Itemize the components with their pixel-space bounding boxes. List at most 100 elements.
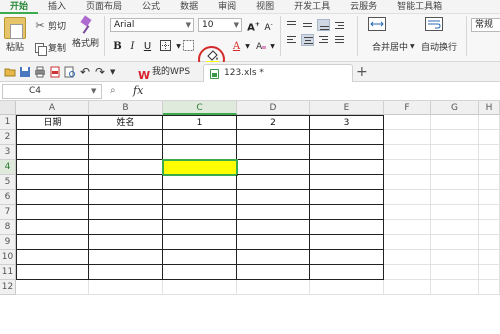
cell-g4[interactable]: [431, 160, 479, 175]
cell-d8[interactable]: [237, 220, 310, 235]
cell-f8[interactable]: [384, 220, 431, 235]
cell-a7[interactable]: [16, 205, 89, 220]
cell-g1[interactable]: [431, 115, 479, 130]
cell-b4[interactable]: [89, 160, 163, 175]
cell-c6[interactable]: [163, 190, 237, 205]
column-header-b[interactable]: B: [89, 101, 163, 115]
cell-b12[interactable]: [89, 280, 163, 295]
column-header-h[interactable]: H: [479, 101, 500, 115]
cell-h5[interactable]: [479, 175, 500, 190]
underline-button[interactable]: U: [141, 40, 154, 54]
row-header-3[interactable]: 3: [0, 145, 16, 160]
cell-c2[interactable]: [163, 130, 237, 145]
tab-insert[interactable]: 插入: [38, 0, 76, 14]
cell-d11[interactable]: [237, 265, 310, 280]
print-preview-icon[interactable]: [64, 66, 76, 78]
cell-c3[interactable]: [163, 145, 237, 160]
tab-page-layout[interactable]: 页面布局: [76, 0, 132, 14]
align-bottom-icon[interactable]: [317, 19, 330, 31]
cell-g5[interactable]: [431, 175, 479, 190]
merge-center-icon[interactable]: [368, 17, 386, 31]
tab-review[interactable]: 审阅: [208, 0, 246, 14]
cell-d10[interactable]: [237, 250, 310, 265]
row-header-6[interactable]: 6: [0, 190, 16, 205]
cut-button[interactable]: ✂ 剪切: [34, 19, 66, 32]
chevron-down-icon[interactable]: ▼: [241, 40, 254, 54]
cell-f6[interactable]: [384, 190, 431, 205]
cell-d2[interactable]: [237, 130, 310, 145]
cell-a6[interactable]: [16, 190, 89, 205]
tab-smart-toolbox[interactable]: 智能工具箱: [387, 0, 452, 14]
justify-icon[interactable]: [333, 34, 346, 46]
cell-f1[interactable]: [384, 115, 431, 130]
cell-h12[interactable]: [479, 280, 500, 295]
row-header-9[interactable]: 9: [0, 235, 16, 250]
cell-b9[interactable]: [89, 235, 163, 250]
cell-e7[interactable]: [310, 205, 384, 220]
cell-d5[interactable]: [237, 175, 310, 190]
cell-e8[interactable]: [310, 220, 384, 235]
cell-b6[interactable]: [89, 190, 163, 205]
column-header-d[interactable]: D: [237, 101, 310, 115]
cell-f2[interactable]: [384, 130, 431, 145]
cell-c9[interactable]: [163, 235, 237, 250]
cell-e9[interactable]: [310, 235, 384, 250]
tab-data[interactable]: 数据: [170, 0, 208, 14]
cell-g6[interactable]: [431, 190, 479, 205]
tab-developer[interactable]: 开发工具: [284, 0, 340, 14]
cell-d12[interactable]: [237, 280, 310, 295]
wrap-text-button[interactable]: 自动换行: [421, 40, 457, 53]
cell-c10[interactable]: [163, 250, 237, 265]
fx-icon[interactable]: fx: [133, 84, 143, 97]
cell-a3[interactable]: [16, 145, 89, 160]
merge-center-button[interactable]: 合并居中 ▼: [372, 40, 415, 53]
increase-font-icon[interactable]: A+: [247, 18, 260, 33]
cell-e5[interactable]: [310, 175, 384, 190]
cell-a9[interactable]: [16, 235, 89, 250]
cell-c7[interactable]: [163, 205, 237, 220]
cell-a11[interactable]: [16, 265, 89, 280]
cell-h6[interactable]: [479, 190, 500, 205]
cell-a12[interactable]: [16, 280, 89, 295]
bold-button[interactable]: B: [111, 40, 124, 54]
tab-view[interactable]: 视图: [246, 0, 284, 14]
undo-icon[interactable]: ↶: [80, 66, 92, 78]
row-header-4[interactable]: 4: [0, 160, 16, 175]
cell-e11[interactable]: [310, 265, 384, 280]
cell-e12[interactable]: [310, 280, 384, 295]
indent-icon[interactable]: [333, 19, 346, 31]
cell-d6[interactable]: [237, 190, 310, 205]
cell-b8[interactable]: [89, 220, 163, 235]
cell-h8[interactable]: [479, 220, 500, 235]
column-header-g[interactable]: G: [431, 101, 479, 115]
tab-formulas[interactable]: 公式: [132, 0, 170, 14]
cell-g9[interactable]: [431, 235, 479, 250]
row-header-8[interactable]: 8: [0, 220, 16, 235]
formula-input[interactable]: [150, 84, 498, 99]
wrap-text-icon[interactable]: [425, 17, 443, 31]
cell-b5[interactable]: [89, 175, 163, 190]
row-header-7[interactable]: 7: [0, 205, 16, 220]
column-header-a[interactable]: A: [16, 101, 89, 115]
row-header-1[interactable]: 1: [0, 115, 16, 130]
decrease-font-icon[interactable]: A-: [262, 18, 275, 33]
cell-d9[interactable]: [237, 235, 310, 250]
format-painter-button[interactable]: 格式刷: [72, 17, 99, 49]
cell-e10[interactable]: [310, 250, 384, 265]
cell-e2[interactable]: [310, 130, 384, 145]
cell-f7[interactable]: [384, 205, 431, 220]
cell-c1[interactable]: 1: [163, 115, 237, 130]
cell-style-icon[interactable]: [182, 40, 195, 54]
cell-d3[interactable]: [237, 145, 310, 160]
paste-button[interactable]: 粘贴: [4, 17, 26, 53]
print-icon[interactable]: [34, 66, 46, 78]
tab-123-xls[interactable]: 123.xls *: [203, 64, 353, 82]
cell-e3[interactable]: [310, 145, 384, 160]
row-header-12[interactable]: 12: [0, 280, 16, 295]
search-icon[interactable]: ⌕: [110, 85, 116, 96]
cell-b11[interactable]: [89, 265, 163, 280]
cell-g11[interactable]: [431, 265, 479, 280]
cell-f3[interactable]: [384, 145, 431, 160]
cell-b2[interactable]: [89, 130, 163, 145]
cell-h4[interactable]: [479, 160, 500, 175]
